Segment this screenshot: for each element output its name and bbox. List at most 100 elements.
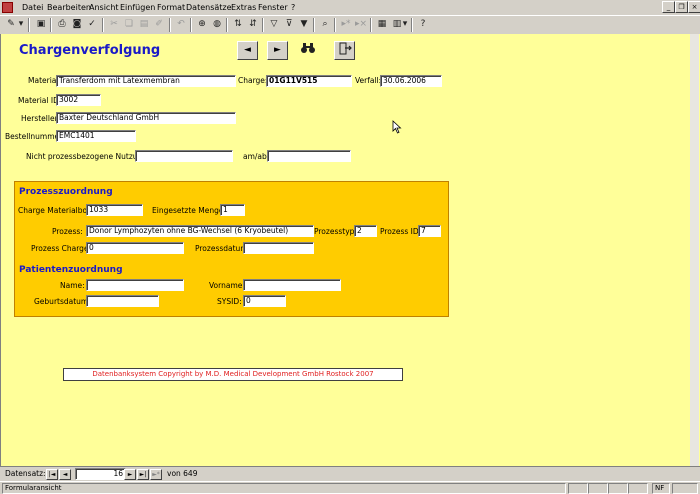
prozess-field[interactable]: Donor Lymphozyten ohne BG-Wechsel (6 Kry…: [86, 225, 314, 237]
new-record-button[interactable]: ►*: [150, 469, 162, 480]
previous-record-button[interactable]: ◄: [237, 41, 258, 60]
properties-icon[interactable]: ▦: [375, 18, 389, 31]
prozessdatum-field[interactable]: [243, 242, 314, 254]
close-button[interactable]: ×: [688, 1, 700, 13]
exit-form-button[interactable]: [334, 41, 355, 60]
menu-format[interactable]: Format: [157, 3, 185, 12]
record-number-input[interactable]: 16: [75, 468, 126, 480]
sort-ascending-icon[interactable]: ⇅: [231, 18, 245, 31]
first-record-button[interactable]: |◄: [46, 469, 58, 480]
next-record-nav-button[interactable]: ►: [124, 469, 136, 480]
menu-bearbeiten[interactable]: Bearbeiten: [47, 3, 91, 12]
charge-materialbox-field[interactable]: 1033: [86, 204, 143, 216]
cut-icon[interactable]: ✂: [107, 18, 121, 31]
status-cell-4: [628, 483, 648, 494]
status-cell-3: [608, 483, 628, 494]
status-nf: NF: [652, 483, 670, 494]
prozess-id-field[interactable]: 7: [418, 225, 441, 237]
copyright-banner: Datenbanksystem Copyright by M.D. Medica…: [63, 368, 403, 381]
hersteller-label: Hersteller:: [21, 114, 61, 123]
status-bar: Formularansicht NF: [0, 481, 700, 494]
status-cell-2: [588, 483, 608, 494]
toolbar: ✎ ▾ ▣ ⎙ ◙ ✓ ✂ ❏ ▤ ✐ ↶ ⊕ ◍ ⇅ ⇵ ▽ ⊽ ▼ ⌕ ▸*…: [0, 15, 700, 35]
name-label: Name:: [60, 281, 85, 290]
sort-descending-icon[interactable]: ⇵: [246, 18, 260, 31]
menge-field[interactable]: 1: [220, 204, 245, 216]
print-preview-icon[interactable]: ◙: [70, 18, 84, 31]
menu-fenster[interactable]: Fenster: [258, 3, 288, 12]
status-cell-5: [672, 483, 698, 494]
apply-filter-icon[interactable]: ▼: [297, 18, 311, 31]
vorname-field[interactable]: [243, 279, 341, 291]
find-icon: [300, 43, 315, 53]
charge-label: Charge:: [238, 76, 268, 85]
prozessdatum-label: Prozessdatum:: [195, 244, 251, 253]
amab-field[interactable]: [267, 150, 351, 162]
material-field[interactable]: Transferdom mit Latexmembran: [56, 75, 236, 87]
sysid-label: SYSID:: [217, 297, 242, 306]
filter-by-selection-icon[interactable]: ▽: [267, 18, 281, 31]
exit-icon: [339, 42, 352, 55]
menu-help[interactable]: ?: [291, 3, 295, 12]
prozess-charge-label: Prozess Charge:: [31, 244, 92, 253]
hersteller-field[interactable]: Baxter Deutschland GmbH: [56, 112, 236, 124]
insert-hyperlink-icon[interactable]: ⊕: [195, 18, 209, 31]
copy-icon[interactable]: ❏: [122, 18, 136, 31]
menu-extras[interactable]: Extras: [231, 3, 256, 12]
geburtsdatum-field[interactable]: [86, 295, 159, 307]
record-total: von 649: [167, 469, 198, 478]
format-painter-icon[interactable]: ✐: [152, 18, 166, 31]
menu-ansicht[interactable]: Ansicht: [89, 3, 119, 12]
prozesstyp-field[interactable]: 2: [354, 225, 377, 237]
amab-label: am/ab:: [243, 152, 270, 161]
prozesstyp-label: Prozesstyp:: [314, 227, 357, 236]
last-record-button[interactable]: ►|: [137, 469, 149, 480]
delete-record-icon[interactable]: ▸×: [354, 18, 368, 31]
charge-field[interactable]: 01G11V515: [266, 75, 352, 87]
nutzung-field[interactable]: [135, 150, 233, 162]
spellcheck-icon[interactable]: ✓: [85, 18, 99, 31]
patient-heading: Patientenzuordnung: [19, 265, 123, 275]
save-icon[interactable]: ▣: [34, 18, 48, 31]
bestellnummer-field[interactable]: EMC1401: [56, 130, 136, 142]
restore-button[interactable]: ❐: [675, 1, 688, 13]
prev-record-button[interactable]: ◄: [59, 469, 71, 480]
charge-materialbox-label: Charge Materialbox:: [18, 206, 94, 215]
minimize-button[interactable]: _: [662, 1, 675, 13]
chevron-down-icon[interactable]: ▾: [18, 18, 24, 31]
app-icon[interactable]: [2, 2, 13, 13]
material-id-label: Material ID:: [18, 96, 62, 105]
new-record-icon[interactable]: ▸*: [339, 18, 353, 31]
print-icon[interactable]: ⎙: [55, 18, 69, 31]
menu-bar: Datei Bearbeiten Ansicht Einfügen Format…: [0, 0, 700, 14]
binoculars-icon[interactable]: [297, 41, 318, 60]
find-icon[interactable]: ⌕: [318, 18, 332, 31]
prozess-charge-field[interactable]: 0: [86, 242, 184, 254]
mouse-cursor-icon: [392, 120, 402, 134]
verfall-label: Verfall:: [355, 76, 382, 85]
design-view-icon[interactable]: ✎: [4, 18, 18, 31]
undo-icon[interactable]: ↶: [174, 18, 188, 31]
sysid-field[interactable]: 0: [243, 295, 286, 307]
help-icon[interactable]: ?: [416, 18, 430, 31]
paste-icon[interactable]: ▤: [137, 18, 151, 31]
nutzung-label: Nicht prozessbezogene Nutzung:: [26, 152, 150, 161]
record-nav-label: Datensatz:: [5, 469, 46, 478]
menu-datensaetze[interactable]: Datensätze: [186, 3, 232, 12]
prozess-id-label: Prozess ID:: [380, 227, 422, 236]
verfall-field[interactable]: 30.06.2006: [380, 75, 442, 87]
menu-datei[interactable]: Datei: [22, 3, 43, 12]
status-view-text: Formularansicht: [2, 483, 566, 494]
web-toolbar-icon[interactable]: ◍: [210, 18, 224, 31]
menu-einfuegen[interactable]: Einfügen: [120, 3, 155, 12]
form-scrollbar[interactable]: [690, 34, 699, 466]
filter-by-form-icon[interactable]: ⊽: [282, 18, 296, 31]
record-navigator: Datensatz: |◄ ◄ 16 ► ►| ►* von 649: [0, 466, 700, 481]
material-id-field[interactable]: 3002: [56, 94, 101, 106]
page-title: Chargenverfolgung: [19, 43, 161, 58]
prozess-heading: Prozesszuordnung: [19, 187, 113, 197]
next-record-button[interactable]: ►: [267, 41, 288, 60]
name-field[interactable]: [86, 279, 184, 291]
menge-label: Eingesetzte Menge:: [152, 206, 227, 215]
chevron-down-icon[interactable]: ▾: [402, 18, 408, 31]
